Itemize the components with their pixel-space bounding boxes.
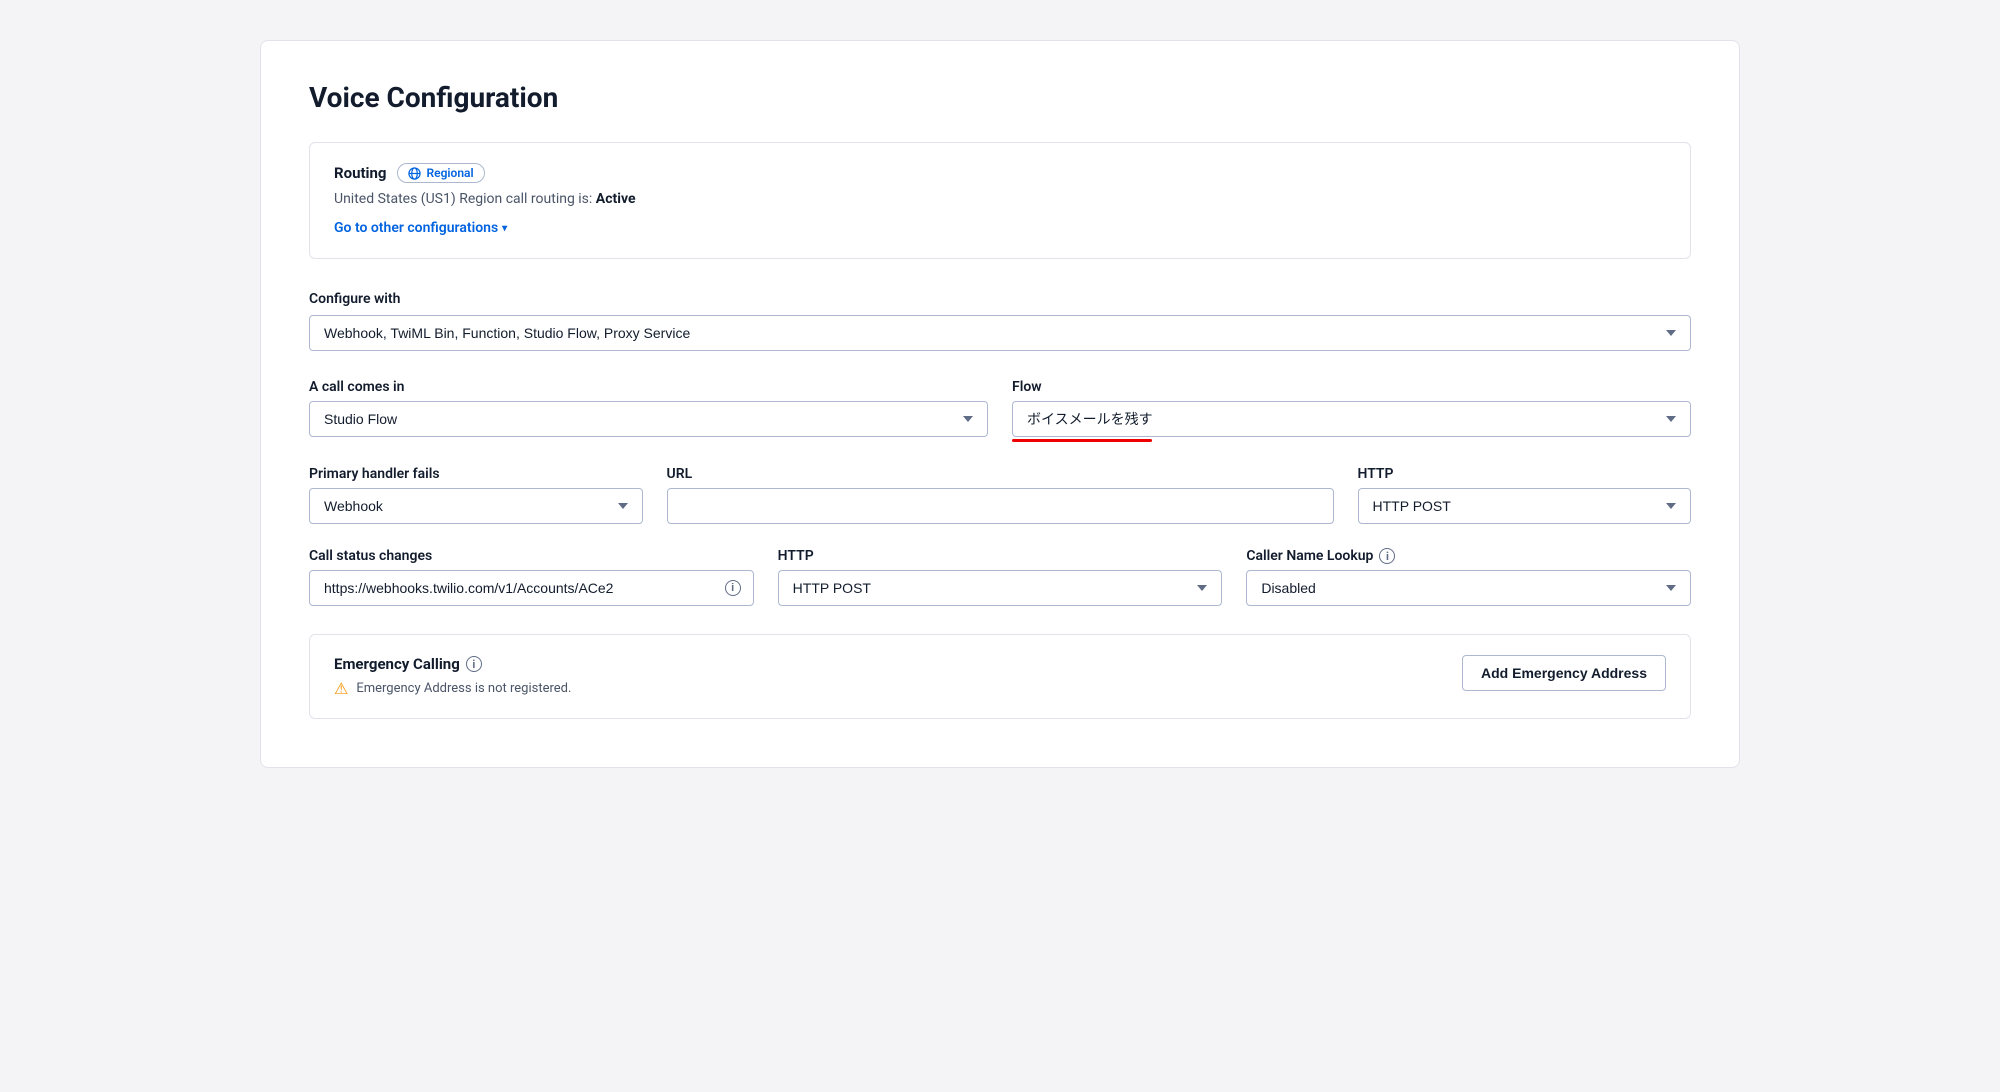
emergency-warning: ⚠ Emergency Address is not registered.: [334, 679, 571, 698]
call-comes-in-label: A call comes in: [309, 379, 988, 395]
url-group: URL: [667, 466, 1334, 524]
configure-with-section: Configure with Webhook, TwiML Bin, Funct…: [309, 291, 1691, 351]
call-comes-in-row: A call comes in Studio FlowWebhookTwiML …: [309, 379, 1691, 442]
call-status-input-wrapper: i: [309, 570, 754, 606]
emergency-warning-text: Emergency Address is not registered.: [356, 681, 571, 696]
chevron-down-icon: ▾: [502, 223, 507, 234]
primary-handler-label: Primary handler fails: [309, 466, 643, 482]
configure-with-label: Configure with: [309, 291, 1691, 307]
caller-name-label-wrapper: Caller Name Lookup i: [1246, 548, 1691, 564]
info-circle-icon: i: [725, 580, 741, 596]
http-primary-group: HTTP HTTP POSTHTTP GET: [1358, 466, 1692, 524]
call-status-input[interactable]: [310, 571, 713, 605]
routing-card: Routing Regional United States (US1) Reg…: [309, 142, 1691, 259]
call-comes-in-select-wrapper: Studio FlowWebhookTwiML BinFunctionProxy…: [309, 401, 988, 437]
primary-handler-row: Primary handler fails WebhookTwiML BinFu…: [309, 466, 1691, 524]
warning-triangle-icon: ⚠: [334, 679, 348, 698]
http-status-label: HTTP: [778, 548, 1223, 564]
emergency-left: Emergency Calling i ⚠ Emergency Address …: [334, 655, 571, 698]
url-input[interactable]: [667, 488, 1334, 524]
go-to-configurations-link[interactable]: Go to other configurations ▾: [334, 220, 507, 236]
regional-badge: Regional: [397, 163, 485, 183]
routing-status: United States (US1) Region call routing …: [334, 191, 1666, 207]
http-primary-select-wrapper: HTTP POSTHTTP GET: [1358, 488, 1692, 524]
flow-select-wrapper: ボイスメールを残す: [1012, 401, 1691, 442]
call-status-row: Call status changes i HTTP HTTP POSTHTTP…: [309, 548, 1691, 606]
emergency-title: Emergency Calling i: [334, 655, 571, 673]
caller-name-label: Caller Name Lookup: [1246, 548, 1373, 564]
call-comes-in-select[interactable]: Studio FlowWebhookTwiML BinFunctionProxy…: [309, 401, 988, 437]
primary-handler-select[interactable]: WebhookTwiML BinFunctionStudio Flow: [309, 488, 643, 524]
url-label: URL: [667, 466, 1334, 482]
caller-name-group: Caller Name Lookup i DisabledEnabled: [1246, 548, 1691, 606]
regional-badge-label: Regional: [427, 166, 474, 180]
http-primary-select[interactable]: HTTP POSTHTTP GET: [1358, 488, 1692, 524]
routing-header: Routing Regional: [334, 163, 1666, 183]
flow-select[interactable]: ボイスメールを残す: [1012, 401, 1691, 437]
primary-handler-select-wrapper: WebhookTwiML BinFunctionStudio Flow: [309, 488, 643, 524]
http-primary-label: HTTP: [1358, 466, 1692, 482]
add-emergency-address-button[interactable]: Add Emergency Address: [1462, 655, 1666, 691]
emergency-info-icon[interactable]: i: [466, 656, 482, 672]
flow-label: Flow: [1012, 379, 1691, 395]
call-status-info-button[interactable]: i: [713, 572, 753, 604]
configure-with-select[interactable]: Webhook, TwiML Bin, Function, Studio Flo…: [309, 315, 1691, 351]
routing-label: Routing: [334, 164, 387, 182]
page-title: Voice Configuration: [309, 81, 1691, 114]
caller-name-info-icon[interactable]: i: [1379, 548, 1395, 564]
page-container: Voice Configuration Routing Regional Uni…: [260, 40, 1740, 768]
caller-name-select[interactable]: DisabledEnabled: [1246, 570, 1691, 606]
flow-error-underline: [1012, 439, 1152, 442]
globe-icon: [408, 166, 422, 180]
call-comes-in-group: A call comes in Studio FlowWebhookTwiML …: [309, 379, 988, 442]
http-status-select-wrapper: HTTP POSTHTTP GET: [778, 570, 1223, 606]
call-status-label: Call status changes: [309, 548, 754, 564]
http-status-group: HTTP HTTP POSTHTTP GET: [778, 548, 1223, 606]
primary-handler-group: Primary handler fails WebhookTwiML BinFu…: [309, 466, 643, 524]
call-status-group: Call status changes i: [309, 548, 754, 606]
http-status-select[interactable]: HTTP POSTHTTP GET: [778, 570, 1223, 606]
flow-group: Flow ボイスメールを残す: [1012, 379, 1691, 442]
emergency-card: Emergency Calling i ⚠ Emergency Address …: [309, 634, 1691, 719]
caller-name-select-wrapper: DisabledEnabled: [1246, 570, 1691, 606]
